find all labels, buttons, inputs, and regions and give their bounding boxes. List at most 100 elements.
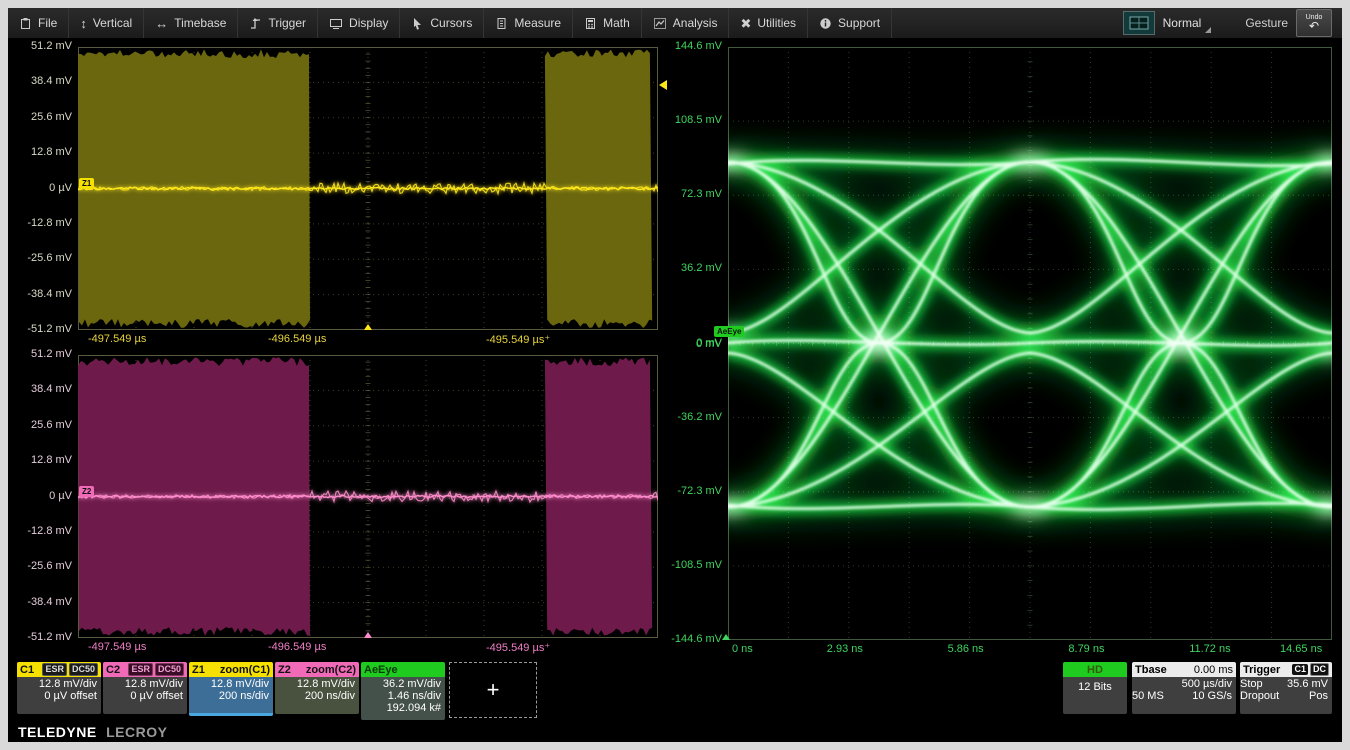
chevron-corner-icon	[1205, 27, 1211, 33]
bits-value: 12 Bits	[1063, 681, 1127, 693]
undo-button[interactable]: Undo ↶	[1296, 9, 1332, 37]
menu-label: Measure	[514, 16, 561, 30]
menu-label: Timebase	[174, 16, 226, 30]
analysis-chart-icon	[653, 17, 667, 30]
tdiv-value: 200 ns/div	[275, 690, 355, 702]
axis-tick-label: -72.3 mV	[8, 485, 722, 497]
trace-descriptor-z2[interactable]: Z2 zoom(C2) 12.8 mV/div 200 ns/div	[275, 662, 359, 714]
axis-tick-label: 36.2 mV	[8, 262, 722, 274]
cursor-icon	[411, 17, 424, 30]
vdiv-value: 12.8 mV/div	[189, 678, 269, 690]
trigger-label: Trigger	[1243, 664, 1280, 676]
eye-offset-badge[interactable]: AeEye	[714, 326, 744, 337]
vdiv-value: 36.2 mV/div	[361, 678, 441, 690]
trigger-edge-icon	[249, 17, 262, 30]
menu-bar: File ↕ Vertical ↔ Timebase Trigger Displ…	[8, 8, 1342, 39]
trigger-source-badge: C1	[1292, 664, 1308, 675]
esr-badge: ESR	[128, 663, 153, 676]
plus-icon: +	[487, 677, 500, 703]
axis-tick-label: -12.8 mV	[8, 525, 72, 537]
brand-logo: TELEDYNE LECROY	[18, 724, 167, 740]
menu-label: Cursors	[430, 16, 472, 30]
vertical-arrows-icon: ↕	[80, 17, 87, 30]
menu-label: Utilities	[757, 16, 796, 30]
axis-tick-label: 11.72 ns	[1189, 643, 1230, 655]
axis-tick-label: 14.65 ns	[1280, 643, 1322, 655]
menu-measure[interactable]: Measure	[484, 8, 573, 38]
axis-tick-label: 144.6 mV	[8, 40, 722, 52]
trace-id: Z2	[278, 664, 291, 676]
tbase-memory: 50 MS	[1132, 690, 1164, 702]
axis-tick-label: -12.8 mV	[8, 217, 72, 229]
z2-trigger-time-marker[interactable]	[364, 632, 372, 638]
tdiv-value: 1.46 ns/div	[361, 690, 441, 702]
trace-id: AeEye	[364, 664, 398, 676]
axis-tick-label: 5.86 ns	[948, 643, 984, 655]
eye-diagram-plot[interactable]	[728, 47, 1332, 640]
menu-label: Analysis	[673, 16, 718, 30]
vdiv-value: 12.8 mV/div	[17, 678, 97, 690]
axis-tick-label: -38.4 mV	[8, 288, 72, 300]
menu-utilities[interactable]: ✖ Utilities	[729, 8, 808, 38]
utilities-tools-icon: ✖	[740, 17, 751, 30]
z1-trigger-time-marker[interactable]	[364, 324, 372, 330]
axis-tick-label: 72.3 mV	[8, 188, 722, 200]
menu-label: Support	[838, 16, 880, 30]
timebase-status-box[interactable]: Tbase 0.00 ms 500 µs/div 50 MS 10 GS/s	[1132, 662, 1236, 714]
vdiv-value: 12.8 mV/div	[103, 678, 183, 690]
measure-icon	[495, 17, 508, 30]
menu-vertical[interactable]: ↕ Vertical	[69, 8, 144, 38]
undo-arrow-icon: ↶	[1309, 21, 1319, 32]
menu-cursors[interactable]: Cursors	[400, 8, 484, 38]
axis-tick-label: -38.4 mV	[8, 596, 72, 608]
trigger-coupling-badge: DC	[1310, 663, 1329, 676]
z2-offset-badge[interactable]: Z2	[79, 486, 94, 497]
menu-display[interactable]: Display	[318, 8, 400, 38]
trigger-status-box[interactable]: Trigger C1 DC Stop 35.6 mV Dropout Pos	[1240, 662, 1332, 714]
trace-descriptor-z1[interactable]: Z1 zoom(C1) 12.8 mV/div 200 ns/div	[189, 662, 273, 716]
trigger-slope: Pos	[1309, 690, 1328, 702]
menu-analysis[interactable]: Analysis	[642, 8, 730, 38]
trigger-level: 35.6 mV	[1287, 678, 1328, 690]
axis-tick-label: 108.5 mV	[8, 114, 722, 126]
z1-trigger-level-marker[interactable]	[659, 80, 667, 90]
brand-primary: TELEDYNE	[18, 724, 97, 740]
trace-source: zoom(C1)	[220, 664, 270, 676]
view-mode-value: Normal	[1163, 16, 1202, 30]
frame-count-value: 192.094 k#	[361, 702, 441, 714]
menu-support[interactable]: Support	[808, 8, 892, 38]
menu-label: Display	[349, 16, 388, 30]
oscilloscope-app: File ↕ Vertical ↔ Timebase Trigger Displ…	[8, 8, 1342, 742]
add-trace-button[interactable]: +	[449, 662, 537, 718]
menu-trigger[interactable]: Trigger	[238, 8, 318, 38]
axis-tick-label: 2.93 ns	[827, 643, 863, 655]
channel-id: C2	[106, 664, 120, 676]
axis-tick-label: -108.5 mV	[8, 559, 722, 571]
coupling-badge: DC50	[155, 663, 184, 676]
z1-offset-badge[interactable]: Z1	[79, 178, 94, 189]
trigger-type: Dropout	[1240, 690, 1279, 702]
view-mode-button[interactable]: Normal	[1123, 11, 1212, 35]
horizontal-arrows-icon: ↔	[155, 17, 168, 30]
axis-tick-label: 38.4 mV	[8, 383, 72, 395]
trace-descriptor-aeeye[interactable]: AeEye 36.2 mV/div 1.46 ns/div 192.094 k#	[361, 662, 445, 720]
hd-status-box[interactable]: HD 12 Bits	[1063, 662, 1127, 714]
channel-descriptor-c1[interactable]: C1 ESR DC50 12.8 mV/div 0 µV offset	[17, 662, 101, 714]
axis-tick-label: -51.2 mV	[8, 323, 72, 335]
axis-tick-label: 0 mV	[8, 337, 722, 349]
menu-label: Math	[603, 16, 630, 30]
axis-tick-label: -36.2 mV	[8, 411, 722, 423]
menu-spacer	[892, 8, 1123, 38]
trigger-mode: Stop	[1240, 678, 1263, 690]
vdiv-value: 12.8 mV/div	[275, 678, 355, 690]
axis-tick-label: 8.79 ns	[1068, 643, 1104, 655]
axis-tick-label: 0 ns	[732, 643, 753, 655]
brand-secondary: LECROY	[106, 724, 167, 740]
tbase-label: Tbase	[1135, 664, 1167, 676]
menu-math[interactable]: Math	[573, 8, 642, 38]
menu-timebase[interactable]: ↔ Timebase	[144, 8, 238, 38]
menu-file[interactable]: File	[8, 8, 69, 38]
coupling-badge: DC50	[69, 663, 98, 676]
eye-time-marker[interactable]	[722, 634, 730, 640]
channel-descriptor-c2[interactable]: C2 ESR DC50 12.8 mV/div 0 µV offset	[103, 662, 187, 714]
